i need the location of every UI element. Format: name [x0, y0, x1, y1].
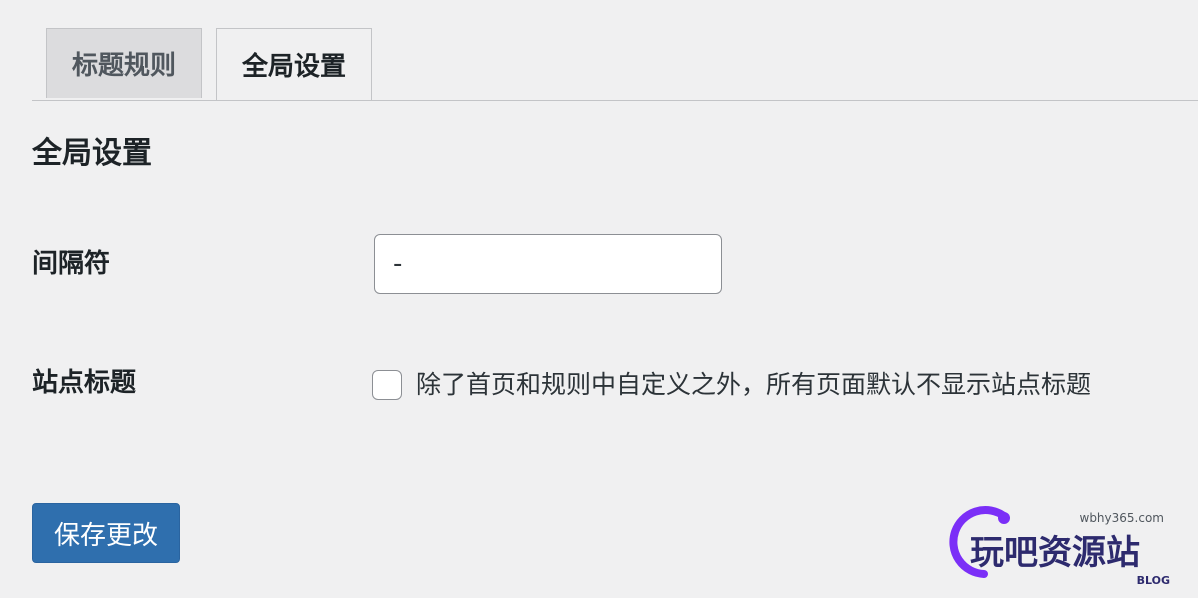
- separator-label: 间隔符: [32, 249, 111, 279]
- tab-title-rules[interactable]: 标题规则: [46, 28, 202, 98]
- settings-tabs: 标题规则 全局设置: [32, 28, 1198, 101]
- watermark-name: 玩吧资源站: [970, 533, 1140, 573]
- separator-input[interactable]: [374, 234, 722, 294]
- site-title-checkbox-row[interactable]: 除了首页和规则中自定义之外，所有页面默认不显示站点标题: [372, 366, 1091, 404]
- watermark-dot-icon: [998, 512, 1010, 524]
- watermark-sub: BLOG: [1137, 574, 1170, 587]
- site-title-label: 站点标题: [32, 368, 137, 398]
- site-title-checkbox[interactable]: [372, 370, 402, 400]
- watermark-domain: wbhy365.com: [1080, 511, 1165, 525]
- watermark-logo: wbhy365.com 玩吧资源站 BLOG: [949, 506, 1170, 587]
- section-title: 全局设置: [32, 136, 152, 171]
- tab-global-settings[interactable]: 全局设置: [216, 28, 372, 100]
- site-title-checkbox-label[interactable]: 除了首页和规则中自定义之外，所有页面默认不显示站点标题: [416, 366, 1091, 404]
- save-changes-button[interactable]: 保存更改: [32, 503, 180, 563]
